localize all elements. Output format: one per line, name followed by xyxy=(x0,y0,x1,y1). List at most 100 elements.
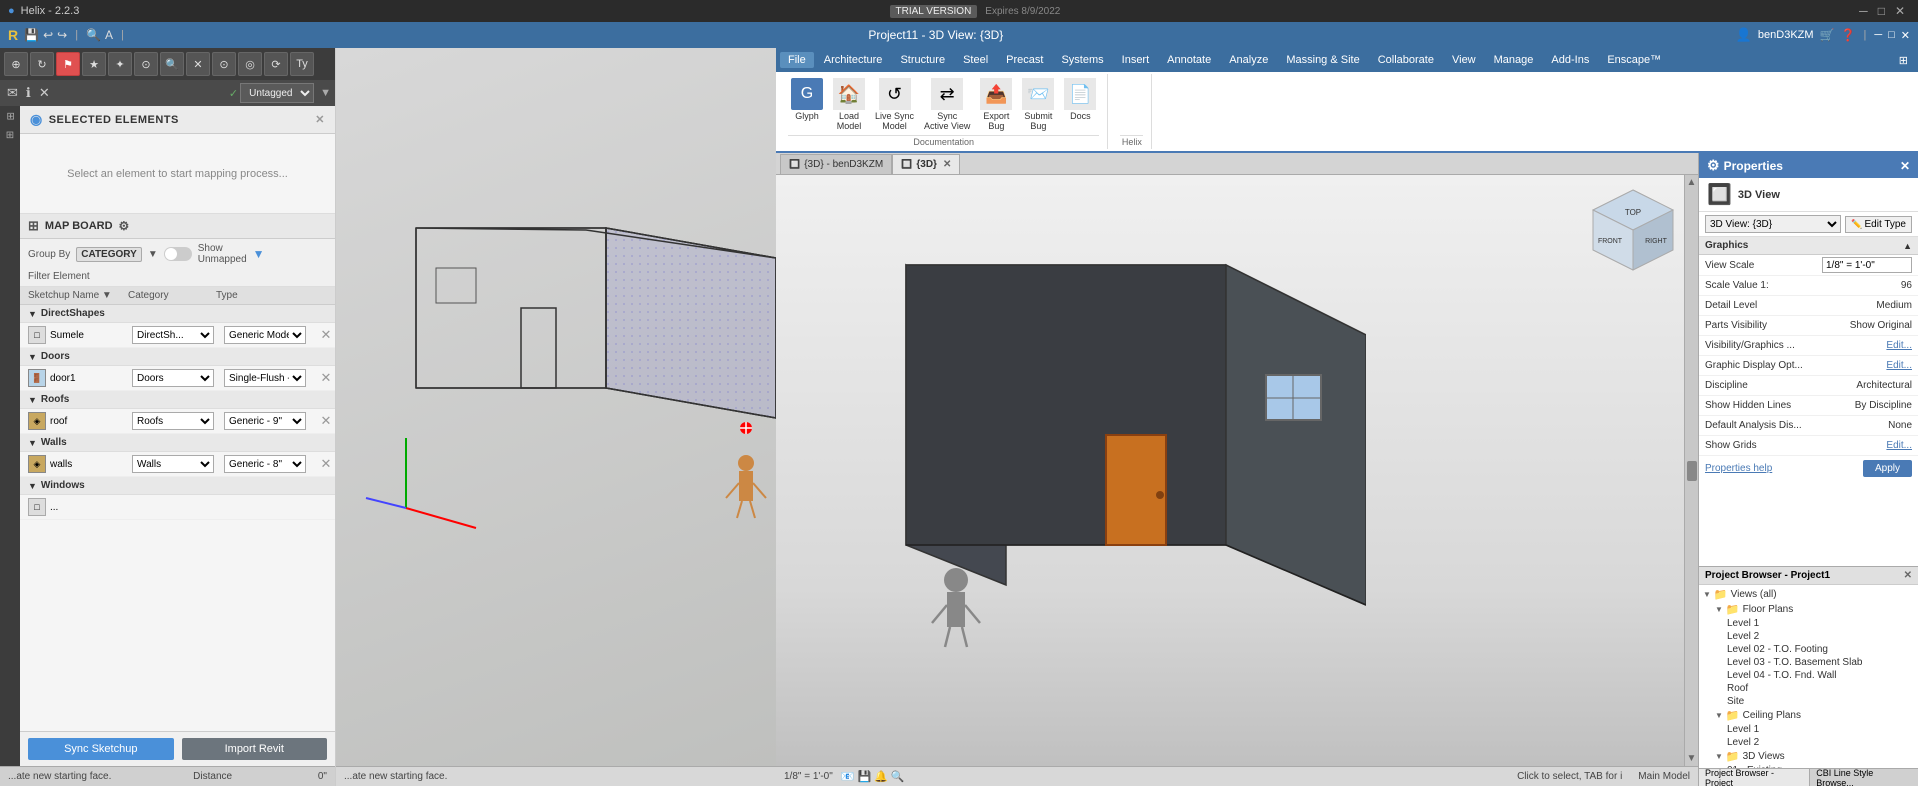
group-walls-header[interactable]: ▼ Walls xyxy=(20,434,335,452)
list-item[interactable]: Level 2 xyxy=(1699,736,1918,749)
close-panel-icon[interactable]: ✕ xyxy=(315,113,325,126)
ribbon-btn-sync-view[interactable]: ⇄ SyncActive View xyxy=(921,76,973,133)
helix-btn-5[interactable]: ✦ xyxy=(108,52,132,76)
helix-btn-2[interactable]: ↻ xyxy=(30,52,54,76)
category-dropdown-icon[interactable]: ▼ xyxy=(148,249,158,260)
revit-minimize-btn[interactable]: ─ xyxy=(1874,29,1882,41)
remove-roof-btn[interactable]: ✕ xyxy=(316,413,335,429)
properties-close-btn[interactable]: ✕ xyxy=(1900,159,1910,173)
helix-btn-12[interactable]: Ty xyxy=(290,52,314,76)
strip-icon-1[interactable]: ⊞ xyxy=(5,112,16,120)
item-walls-type[interactable]: Generic - 8" xyxy=(224,455,306,473)
ribbon-btn-glyph[interactable]: G Glyph xyxy=(788,76,826,123)
list-item[interactable]: ▼ 📁 Ceiling Plans xyxy=(1699,708,1918,723)
sync-sketchup-button[interactable]: Sync Sketchup xyxy=(28,738,174,760)
helix-btn-7[interactable]: 🔍 xyxy=(160,52,184,76)
menu-systems[interactable]: Systems xyxy=(1053,52,1111,68)
list-item[interactable]: ▼ 📁 Floor Plans xyxy=(1699,602,1918,617)
list-item[interactable]: Level 03 - T.O. Basement Slab xyxy=(1699,656,1918,669)
helix-btn-11[interactable]: ⟳ xyxy=(264,52,288,76)
graphic-display-edit-btn[interactable]: Edit... xyxy=(1886,360,1912,371)
revit-close-btn[interactable]: ✕ xyxy=(1901,29,1910,42)
helix-email-icon[interactable]: ✉ xyxy=(4,85,21,101)
scroll-thumb[interactable] xyxy=(1687,461,1697,481)
revit-3d-canvas[interactable]: TOP RIGHT FRONT xyxy=(776,175,1698,766)
menu-collaborate[interactable]: Collaborate xyxy=(1370,52,1442,68)
revit-text-icon[interactable]: A xyxy=(105,28,113,42)
untagged-select[interactable]: Untagged xyxy=(240,83,314,103)
list-item[interactable]: Level 1 xyxy=(1699,723,1918,736)
revit-cart-icon[interactable]: 🛒 xyxy=(1820,28,1835,42)
menu-view[interactable]: View xyxy=(1444,52,1484,68)
list-item[interactable]: Roof xyxy=(1699,682,1918,695)
revit-search-icon[interactable]: 🔍 xyxy=(86,28,101,42)
helix-btn-1[interactable]: ⊕ xyxy=(4,52,28,76)
import-revit-button[interactable]: Import Revit xyxy=(182,738,328,760)
list-item[interactable]: Site xyxy=(1699,695,1918,708)
helix-btn-10[interactable]: ◎ xyxy=(238,52,262,76)
project-browser-close-btn[interactable]: ✕ xyxy=(1904,570,1912,581)
list-item[interactable]: ▼ 📁 3D Views xyxy=(1699,749,1918,764)
view-selector-dropdown[interactable]: 3D View: {3D} xyxy=(1705,215,1841,233)
minimize-button[interactable]: ─ xyxy=(1854,4,1873,18)
scroll-up-btn[interactable]: ▲ xyxy=(1685,175,1698,190)
helix-btn-8[interactable]: ✕ xyxy=(186,52,210,76)
apply-button[interactable]: Apply xyxy=(1863,460,1912,477)
toggle-switch[interactable] xyxy=(164,247,192,261)
sketchup-canvas[interactable] xyxy=(336,48,776,766)
scroll-down-btn[interactable]: ▼ xyxy=(1685,751,1698,766)
view-scale-input[interactable] xyxy=(1822,257,1912,273)
map-board-settings-icon[interactable]: ⚙ xyxy=(119,219,130,233)
helix-close-icon[interactable]: ✕ xyxy=(36,85,53,101)
properties-help-link[interactable]: Properties help xyxy=(1705,463,1772,474)
menu-insert[interactable]: Insert xyxy=(1114,52,1158,68)
edit-type-button[interactable]: ✏️ Edit Type xyxy=(1845,216,1912,233)
revit-undo-icon[interactable]: ↩ xyxy=(43,28,53,42)
menu-steel[interactable]: Steel xyxy=(955,52,996,68)
project-browser-header[interactable]: Project Browser - Project1 ✕ xyxy=(1699,567,1918,585)
ribbon-btn-load-model[interactable]: 🏠 LoadModel xyxy=(830,76,868,133)
visibility-edit-btn[interactable]: Edit... xyxy=(1886,340,1912,351)
item-walls-category[interactable]: Walls xyxy=(132,455,214,473)
remove-walls-btn[interactable]: ✕ xyxy=(316,456,335,472)
item-door1-category[interactable]: Doors xyxy=(132,369,214,387)
remove-door1-btn[interactable]: ✕ xyxy=(316,370,335,386)
strip-icon-2[interactable]: ⊞ xyxy=(6,130,14,141)
ribbon-btn-submit[interactable]: 📨 SubmitBug xyxy=(1019,76,1057,133)
view-cube[interactable]: TOP RIGHT FRONT xyxy=(1588,185,1678,275)
menu-structure[interactable]: Structure xyxy=(892,52,953,68)
revit-restore-btn[interactable]: □ xyxy=(1888,29,1895,41)
view-tab-close-btn[interactable]: ✕ xyxy=(943,159,951,170)
close-button[interactable]: ✕ xyxy=(1890,4,1910,18)
group-doors-header[interactable]: ▼ Doors xyxy=(20,348,335,366)
menu-analyze[interactable]: Analyze xyxy=(1221,52,1276,68)
list-item[interactable]: Level 1 xyxy=(1699,617,1918,630)
remove-sumele-btn[interactable]: ✕ xyxy=(316,327,335,343)
list-item[interactable]: Level 2 xyxy=(1699,630,1918,643)
helix-btn-3[interactable]: ⚑ xyxy=(56,52,80,76)
menu-precast[interactable]: Precast xyxy=(998,52,1051,68)
menu-annotate[interactable]: Annotate xyxy=(1159,52,1219,68)
menu-enscape[interactable]: Enscape™ xyxy=(1599,52,1669,68)
item-sumele-category[interactable]: DirectSh... xyxy=(132,326,214,344)
helix-btn-6[interactable]: ⊙ xyxy=(134,52,158,76)
revit-redo-icon[interactable]: ↪ xyxy=(57,28,67,42)
item-sumele-type[interactable]: Generic Model xyxy=(224,326,306,344)
item-roof-category[interactable]: Roofs xyxy=(132,412,214,430)
revit-panel-ctrl[interactable]: ⊞ xyxy=(1893,52,1914,69)
list-item[interactable]: Level 02 - T.O. Footing xyxy=(1699,643,1918,656)
menu-architecture[interactable]: Architecture xyxy=(816,52,891,68)
show-grids-edit-btn[interactable]: Edit... xyxy=(1886,440,1912,451)
menu-addins[interactable]: Add-Ins xyxy=(1543,52,1597,68)
helix-btn-4[interactable]: ★ xyxy=(82,52,106,76)
revit-help-icon[interactable]: ❓ xyxy=(1841,28,1856,42)
group-roofs-header[interactable]: ▼ Roofs xyxy=(20,391,335,409)
menu-massing[interactable]: Massing & Site xyxy=(1278,52,1367,68)
helix-btn-9[interactable]: ⊙ xyxy=(212,52,236,76)
view-tab-3d[interactable]: 🔲 {3D} ✕ xyxy=(892,154,960,174)
ribbon-btn-export[interactable]: 📤 ExportBug xyxy=(977,76,1015,133)
item-roof-type[interactable]: Generic - 9" xyxy=(224,412,306,430)
item-door1-type[interactable]: Single-Flush - 36' xyxy=(224,369,306,387)
view-tab-3d-ben[interactable]: 🔲 {3D} - benD3KZM xyxy=(780,154,892,174)
group-windows-header[interactable]: ▼ Windows xyxy=(20,477,335,495)
